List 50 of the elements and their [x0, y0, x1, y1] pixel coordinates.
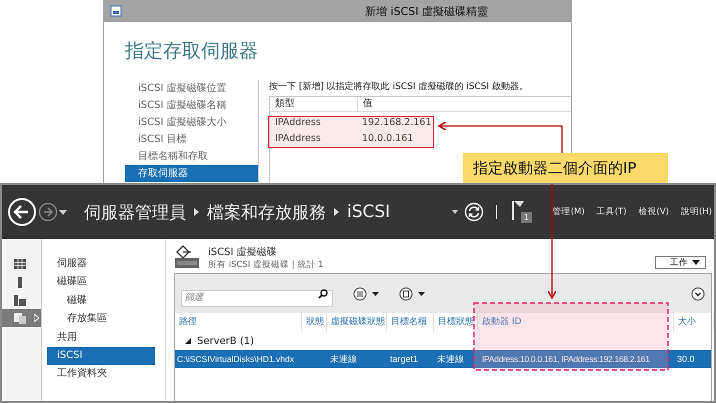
table-cell-text: IPAddress	[274, 116, 322, 130]
column-header[interactable]: 狀態	[302, 313, 327, 332]
nav-item[interactable]: 磁碟	[47, 292, 155, 310]
breadcrumb-item[interactable]: 伺服器管理員	[84, 200, 186, 224]
section-subtitle: 所有 iSCSI 虛擬磁碟 | 統計 1	[208, 259, 324, 271]
column-header[interactable]: 啟動器 ID	[478, 313, 674, 332]
column-header[interactable]: 值	[358, 97, 445, 111]
nav-item[interactable]: 磁碟區	[47, 273, 155, 292]
wizard-step[interactable]: 存取伺服器	[125, 165, 258, 182]
breadcrumb-item[interactable]: 檔案和存放服務	[207, 200, 326, 224]
table-cell-text: C:\iSCSIVirtualDisks\HD1.vhdx	[176, 353, 295, 366]
notification-badge: 1	[520, 212, 532, 223]
menu-item[interactable]: 說明(H)	[680, 206, 712, 218]
column-header[interactable]: 目標名稱	[387, 313, 434, 332]
table-cell-text: 10.0.0.161	[361, 132, 414, 146]
window-title: 新增 iSCSI 虛擬磁碟精靈	[364, 4, 489, 18]
filter-field[interactable]: 篩選	[181, 290, 333, 306]
wizard-step[interactable]: 目標名稱和存取	[125, 148, 258, 165]
table-cell-text: 未連線	[436, 353, 465, 366]
nav-item[interactable]: 存放集區	[47, 310, 155, 329]
nav-item[interactable]: 共用	[47, 328, 155, 347]
table-row[interactable]: C:\iSCSIVirtualDisks\HD1.vhdx 未連線 target1 未連線 IPAddress:10.0.0.161, IPAddress:192.168.2.161 30.0	[175, 350, 711, 368]
menu-item[interactable]: 管理(M)	[552, 206, 585, 218]
group-header[interactable]: ServerB (1)	[175, 332, 711, 350]
page-heading: 指定存取伺服器	[124, 39, 259, 64]
section-title: iSCSI 虛擬磁碟	[208, 246, 278, 259]
table-cell-text: IPAddress:10.0.0.161, IPAddress:192.168.2.161	[481, 353, 651, 366]
wizard-step[interactable]: iSCSI 虛擬磁碟大小	[125, 114, 258, 131]
wizard-step[interactable]: iSCSI 虛擬磁碟位置	[125, 80, 258, 97]
column-header[interactable]: 路徑	[175, 313, 302, 332]
table-cell-text: 192.168.2.161	[361, 116, 433, 130]
nav-item[interactable]: 工作資料夾	[47, 365, 155, 384]
menu-item[interactable]: 檢視(V)	[638, 206, 669, 218]
table-cell-text: IPAddress	[274, 132, 322, 146]
tasks-button[interactable]: 工作	[655, 256, 706, 269]
table-cell-text: 30.0	[676, 353, 696, 366]
callout-note: 指定啟動器二個介面的IP	[463, 153, 668, 183]
wizard-step[interactable]: iSCSI 虛擬磁碟名稱	[125, 97, 258, 114]
nav-item[interactable]: iSCSI	[47, 346, 155, 366]
menu-item[interactable]: 工具(T)	[596, 206, 627, 218]
wizard-step[interactable]: iSCSI 目標	[125, 131, 258, 148]
column-header[interactable]: 目標狀態	[434, 313, 478, 332]
column-header[interactable]: 大小	[674, 313, 714, 332]
instruction-text: 按一下 [新增] 以指定將存取此 iSCSI 虛擬磁碟的 iSCSI 啟動器。	[269, 80, 529, 94]
table-cell-text: target1	[389, 353, 420, 366]
table-cell-text: 未連線	[329, 353, 358, 366]
column-header[interactable]: 類型	[270, 97, 358, 111]
nav-item[interactable]: 伺服器	[47, 255, 155, 274]
column-header[interactable]: 虛擬磁碟狀態	[327, 313, 387, 332]
breadcrumb-item[interactable]: iSCSI	[347, 202, 390, 222]
